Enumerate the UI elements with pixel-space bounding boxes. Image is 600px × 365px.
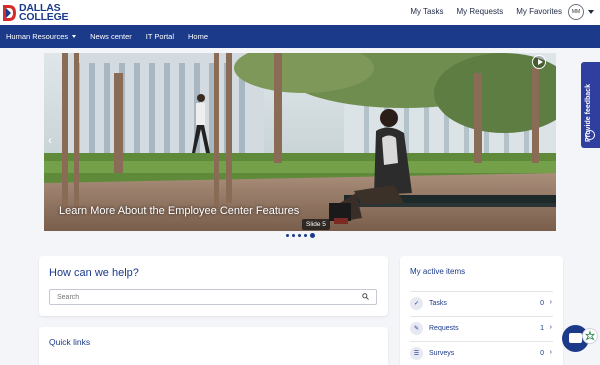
active-item-count: 1 bbox=[540, 325, 544, 332]
nav-item-label: Human Resources bbox=[6, 32, 69, 41]
nav-item-news-center[interactable]: News center bbox=[90, 32, 132, 41]
carousel-dot-active[interactable] bbox=[310, 233, 315, 238]
search-icon[interactable] bbox=[362, 293, 369, 300]
chevron-right-icon: › bbox=[549, 299, 552, 306]
chevron-right-icon: › bbox=[549, 349, 552, 356]
carousel-dot[interactable] bbox=[304, 234, 307, 237]
user-avatar[interactable]: MM bbox=[568, 4, 584, 20]
my-favorites-link[interactable]: My Favorites bbox=[516, 7, 562, 16]
top-header: DALLAS COLLEGE My Tasks My Requests My F… bbox=[0, 0, 600, 25]
my-requests-link[interactable]: My Requests bbox=[457, 7, 504, 16]
edit-icon: ✎ bbox=[410, 322, 423, 335]
active-item-tasks[interactable]: ✓ Tasks 0 › bbox=[410, 291, 553, 315]
dallas-college-logo[interactable]: DALLAS COLLEGE bbox=[3, 2, 69, 23]
header-links: My Tasks My Requests My Favorites bbox=[410, 7, 562, 16]
slide-indicator: Slide 5 bbox=[302, 219, 330, 230]
nav-item-home[interactable]: Home bbox=[188, 32, 208, 41]
logo-line-2: COLLEGE bbox=[19, 10, 69, 23]
provide-feedback-tab[interactable]: Provide feedback bbox=[581, 62, 600, 148]
logo-text: DALLAS COLLEGE bbox=[19, 2, 69, 23]
help-title: How can we help? bbox=[49, 267, 139, 279]
active-item-requests[interactable]: ✎ Requests 1 › bbox=[410, 316, 553, 340]
my-tasks-link[interactable]: My Tasks bbox=[410, 7, 443, 16]
carousel-dot[interactable] bbox=[298, 234, 301, 237]
quick-links-card: Quick links bbox=[39, 327, 388, 365]
chevron-right-icon: › bbox=[549, 324, 552, 331]
assistant-icon[interactable] bbox=[582, 328, 598, 344]
active-item-label: Tasks bbox=[429, 300, 447, 307]
nav-item-it-portal[interactable]: IT Portal bbox=[146, 32, 174, 41]
play-icon[interactable] bbox=[532, 55, 546, 69]
list-icon: ☰ bbox=[410, 347, 423, 360]
carousel-dot[interactable] bbox=[286, 234, 289, 237]
active-items-card: My active items ✓ Tasks 0 › ✎ Requests 1… bbox=[400, 256, 563, 365]
active-items-title: My active items bbox=[410, 267, 466, 276]
carousel-caption[interactable]: Learn More About the Employee Center Fea… bbox=[59, 205, 299, 217]
carousel-dot[interactable] bbox=[292, 234, 295, 237]
chevron-down-icon[interactable] bbox=[588, 10, 594, 14]
active-item-surveys[interactable]: ☰ Surveys 0 › bbox=[410, 341, 553, 365]
previous-slide-icon[interactable]: ‹ bbox=[48, 133, 52, 147]
nav-item-human-resources[interactable]: Human Resources bbox=[6, 32, 77, 41]
chevron-down-icon bbox=[72, 35, 77, 38]
chat-bubble-icon bbox=[569, 333, 582, 343]
search-input[interactable] bbox=[49, 289, 377, 305]
main-nav: Human Resources News center IT Portal Ho… bbox=[0, 25, 600, 48]
check-icon: ✓ bbox=[410, 297, 423, 310]
active-item-count: 0 bbox=[540, 300, 544, 307]
active-item-label: Surveys bbox=[429, 350, 455, 357]
help-card: How can we help? bbox=[39, 256, 388, 316]
smiley-icon bbox=[585, 130, 595, 140]
logo-mark-icon bbox=[3, 4, 16, 21]
carousel-dots bbox=[286, 233, 315, 238]
active-item-label: Requests bbox=[429, 325, 459, 332]
hero-carousel[interactable]: ‹ Learn More About the Employee Center F… bbox=[44, 53, 556, 231]
quick-links-title: Quick links bbox=[49, 337, 91, 347]
active-item-count: 0 bbox=[540, 350, 544, 357]
